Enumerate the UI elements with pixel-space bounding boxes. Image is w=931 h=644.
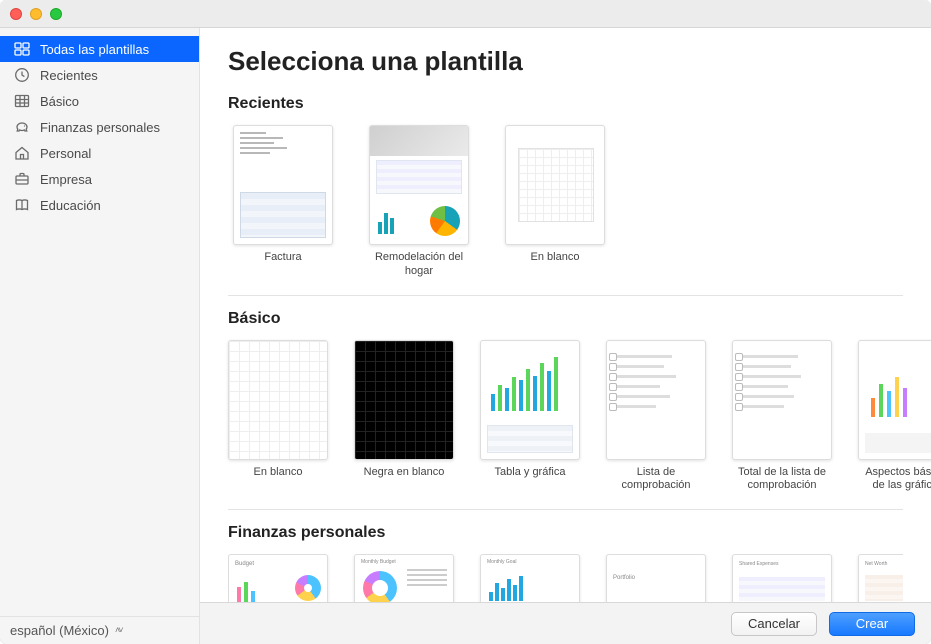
template-item[interactable]: Monthly Budget xyxy=(354,554,454,602)
template-label: Total de la lista de comprobación xyxy=(732,466,832,494)
template-thumbnail: Monthly Goal xyxy=(480,554,580,602)
section-title: Finanzas personales xyxy=(228,524,903,542)
window-body: Todas las plantillas Recientes Básico xyxy=(0,28,931,644)
template-thumbnail: Monthly Budget xyxy=(354,554,454,602)
template-item-blank[interactable]: En blanco xyxy=(228,340,328,494)
create-button[interactable]: Crear xyxy=(829,612,915,636)
page-title: Selecciona una plantilla xyxy=(228,46,903,77)
template-label: En blanco xyxy=(254,466,303,480)
template-grid: Budget Monthly Budget xyxy=(228,554,903,602)
template-thumbnail xyxy=(233,125,333,245)
template-thumbnail xyxy=(732,340,832,460)
section-title: Recientes xyxy=(228,95,903,113)
sidebar-item-basic[interactable]: Básico xyxy=(0,88,199,114)
template-grid: Factura Remodelación del xyxy=(228,125,903,285)
template-item-table-chart[interactable]: Tabla y gráfica xyxy=(480,340,580,494)
sidebar-item-label: Personal xyxy=(40,146,91,161)
sidebar-item-recents[interactable]: Recientes xyxy=(0,62,199,88)
cancel-button[interactable]: Cancelar xyxy=(731,612,817,636)
template-thumbnail xyxy=(858,340,931,460)
template-scroll-area[interactable]: Selecciona una plantilla Recientes Factu… xyxy=(200,28,931,602)
sidebar-item-personal[interactable]: Personal xyxy=(0,140,199,166)
template-label: En blanco xyxy=(531,251,580,265)
template-thumbnail: Shared Expenses xyxy=(732,554,832,602)
template-item[interactable]: Monthly Goal xyxy=(480,554,580,602)
template-label: Aspectos básicos de las gráficas xyxy=(858,466,931,494)
template-thumbnail xyxy=(505,125,605,245)
minimize-icon[interactable] xyxy=(30,8,42,20)
piggy-icon xyxy=(14,119,30,135)
template-thumbnail xyxy=(354,340,454,460)
chevron-up-down-icon: ˄˅ xyxy=(115,626,122,635)
template-item-checklist-total[interactable]: Total de la lista de comprobación xyxy=(732,340,832,494)
grid-icon xyxy=(14,41,30,57)
sidebar-item-education[interactable]: Educación xyxy=(0,192,199,218)
sidebar-item-label: Educación xyxy=(40,198,101,213)
section-personal-finance: Finanzas personales Budget xyxy=(228,524,903,602)
sidebar: Todas las plantillas Recientes Básico xyxy=(0,28,200,644)
main-panel: Selecciona una plantilla Recientes Factu… xyxy=(200,28,931,644)
house-icon xyxy=(14,145,30,161)
section-basic: Básico En blanco Negra en blanco xyxy=(228,310,903,500)
sidebar-item-business[interactable]: Empresa xyxy=(0,166,199,192)
template-item-remodelacion[interactable]: Remodelación del hogar xyxy=(364,125,474,279)
template-grid: En blanco Negra en blanco xyxy=(228,340,903,500)
template-item-factura[interactable]: Factura xyxy=(228,125,338,279)
briefcase-icon xyxy=(14,171,30,187)
template-thumbnail: Portfolio xyxy=(606,554,706,602)
sidebar-item-label: Finanzas personales xyxy=(40,120,160,135)
section-divider xyxy=(228,295,903,296)
footer-bar: Cancelar Crear xyxy=(200,602,931,644)
sidebar-list: Todas las plantillas Recientes Básico xyxy=(0,28,199,616)
template-item-blank-dark[interactable]: Negra en blanco xyxy=(354,340,454,494)
template-thumbnail: Budget xyxy=(228,554,328,602)
template-thumbnail xyxy=(228,340,328,460)
template-item[interactable]: Shared Expenses xyxy=(732,554,832,602)
section-recents: Recientes Factura xyxy=(228,95,903,285)
section-title: Básico xyxy=(228,310,903,328)
template-thumbnail xyxy=(606,340,706,460)
template-label: Negra en blanco xyxy=(364,466,445,480)
language-label: español (México) xyxy=(10,623,109,638)
template-label: Tabla y gráfica xyxy=(495,466,566,480)
template-thumbnail: Net Worth xyxy=(858,554,903,602)
language-picker[interactable]: español (México) ˄˅ xyxy=(0,616,199,644)
template-item[interactable]: Net Worth xyxy=(858,554,903,602)
template-chooser-window: Todas las plantillas Recientes Básico xyxy=(0,0,931,644)
sidebar-item-label: Todas las plantillas xyxy=(40,42,149,57)
titlebar xyxy=(0,0,931,28)
close-icon[interactable] xyxy=(10,8,22,20)
template-item-checklist[interactable]: Lista de comprobación xyxy=(606,340,706,494)
clock-icon xyxy=(14,67,30,83)
window-controls xyxy=(10,8,62,20)
sidebar-item-all-templates[interactable]: Todas las plantillas xyxy=(0,36,199,62)
template-item-chart-basics[interactable]: Aspectos básicos de las gráficas xyxy=(858,340,931,494)
template-label: Factura xyxy=(264,251,301,265)
book-icon xyxy=(14,197,30,213)
table-icon xyxy=(14,93,30,109)
sidebar-item-personal-finance[interactable]: Finanzas personales xyxy=(0,114,199,140)
sidebar-item-label: Recientes xyxy=(40,68,98,83)
sidebar-item-label: Empresa xyxy=(40,172,92,187)
template-item[interactable]: Portfolio xyxy=(606,554,706,602)
template-label: Lista de comprobación xyxy=(606,466,706,494)
zoom-icon[interactable] xyxy=(50,8,62,20)
template-thumbnail xyxy=(369,125,469,245)
sidebar-item-label: Básico xyxy=(40,94,79,109)
template-item-blank[interactable]: En blanco xyxy=(500,125,610,279)
template-label: Remodelación del hogar xyxy=(364,251,474,279)
template-item[interactable]: Budget xyxy=(228,554,328,602)
template-thumbnail xyxy=(480,340,580,460)
section-divider xyxy=(228,509,903,510)
